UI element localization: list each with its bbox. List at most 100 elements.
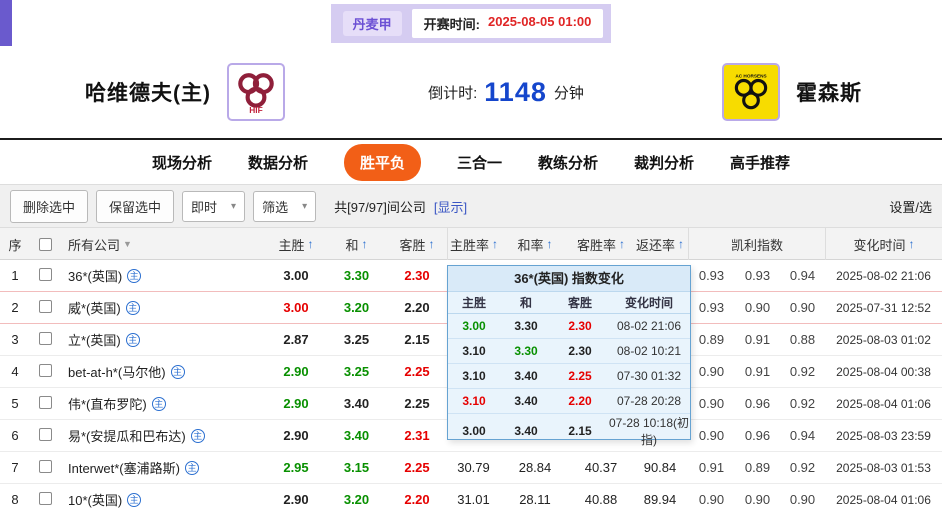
col-home-rate[interactable]: 主胜率 ↑ [447, 228, 500, 260]
popup-change-time: 07-28 20:28 [616, 394, 682, 408]
filter-select[interactable]: 筛选 ▾ [253, 190, 317, 222]
start-time-value: 2025-08-05 01:00 [488, 13, 592, 29]
kelly-draw: 0.96 [744, 396, 771, 411]
tab-expert-recommend[interactable]: 高手推荐 [730, 152, 790, 173]
popup-draw-odds: 3.30 [514, 344, 538, 358]
company-cell: 立*(英国) 主 [60, 330, 266, 349]
row-checkbox[interactable] [38, 363, 52, 377]
kelly-home: 0.90 [698, 396, 725, 411]
row-select-cell [30, 331, 60, 348]
select-all-checkbox[interactable] [38, 237, 52, 251]
kelly-away: 0.90 [789, 492, 816, 507]
col-away-odds[interactable]: 客胜 ↑ [387, 228, 447, 260]
away-odds: 2.20 [404, 300, 430, 315]
kelly-away: 0.88 [789, 332, 816, 347]
svg-text:AC HORSENS: AC HORSENS [735, 73, 766, 78]
kelly-home: 0.90 [698, 492, 725, 507]
chevron-down-icon: ▾ [231, 200, 237, 212]
col-draw-rate-label: 和率 [517, 237, 544, 253]
popup-draw-odds: 3.40 [514, 394, 538, 408]
company-name[interactable]: Interwet*(塞浦路斯) [68, 458, 180, 477]
kelly-home: 0.90 [698, 364, 725, 379]
company-cell: Interwet*(塞浦路斯) 主 [60, 458, 266, 477]
row-checkbox[interactable] [38, 395, 52, 409]
payout-rate: 89.94 [643, 492, 677, 507]
row-index: 1 [11, 268, 19, 283]
delete-selected-button[interactable]: 删除选中 [10, 189, 89, 223]
table-row[interactable]: 8 10*(英国) 主 2.90 3.20 2.20 31.01 28.11 40… [0, 484, 942, 511]
select-all-cell [30, 228, 60, 260]
popup-draw-odds: 3.30 [514, 319, 538, 333]
popup-title: 36*(英国) 指数变化 [448, 266, 690, 292]
row-checkbox[interactable] [38, 299, 52, 313]
col-home-odds[interactable]: 主胜 ↑ [266, 228, 326, 260]
row-select-cell [30, 459, 60, 476]
row-checkbox[interactable] [38, 427, 52, 441]
time-mode-select[interactable]: 即时 ▾ [182, 190, 246, 222]
row-index: 2 [11, 300, 19, 315]
company-name[interactable]: 伟*(直布罗陀) [68, 394, 147, 413]
table-row[interactable]: 7 Interwet*(塞浦路斯) 主 2.95 3.15 2.25 30.79 … [0, 452, 942, 484]
row-select-cell [30, 491, 60, 508]
company-cell: 威*(英国) 主 [60, 298, 266, 317]
countdown-value: 1148 [484, 76, 547, 107]
row-index: 5 [11, 396, 19, 411]
company-name[interactable]: 10*(英国) [68, 490, 122, 509]
company-name[interactable]: 威*(英国) [68, 298, 121, 317]
home-team-block: 哈维德夫(主) HIF [0, 63, 370, 121]
match-info-strip: 丹麦甲 开赛时间: 2025-08-05 01:00 [330, 3, 612, 43]
col-draw-rate[interactable]: 和率 ↑ [500, 228, 570, 260]
col-change-time[interactable]: 变化时间 ↑ [825, 228, 942, 260]
show-link[interactable]: [显示] [434, 197, 467, 216]
home-odds: 2.90 [283, 428, 309, 443]
col-company-label: 所有公司 [68, 237, 121, 253]
away-odds: 2.15 [404, 332, 430, 347]
col-company[interactable]: 所有公司 ▼ [60, 228, 266, 260]
tab-data-analysis[interactable]: 数据分析 [248, 152, 308, 173]
row-checkbox[interactable] [38, 267, 52, 281]
col-kelly-index: 凯利指数 [688, 228, 825, 260]
away-odds: 2.25 [404, 364, 430, 379]
tab-coach-analysis[interactable]: 教练分析 [538, 152, 598, 173]
col-payout-rate[interactable]: 返还率 ↑ [632, 228, 688, 260]
company-badge-icon: 主 [190, 428, 205, 443]
popup-home-odds: 3.10 [462, 369, 486, 383]
row-index: 3 [11, 332, 19, 347]
change-time: 2025-08-03 01:02 [836, 332, 931, 347]
company-name[interactable]: 易*(安提瓜和巴布达) [68, 426, 186, 445]
row-checkbox[interactable] [38, 331, 52, 345]
change-time: 2025-08-03 01:53 [836, 460, 931, 475]
tab-three-in-one[interactable]: 三合一 [457, 152, 502, 173]
countdown-label: 倒计时: [428, 84, 478, 102]
company-name[interactable]: bet-at-h*(马尔他) [68, 362, 166, 381]
away-rate: 40.37 [584, 460, 618, 475]
tab-referee-analysis[interactable]: 裁判分析 [634, 152, 694, 173]
settings-link[interactable]: 设置/选 [889, 197, 932, 216]
away-odds: 2.25 [404, 460, 430, 475]
odds-comparison-page: { "topbar": { "league": "丹麦甲", "start_la… [0, 0, 942, 511]
home-odds: 2.95 [283, 460, 309, 475]
company-name[interactable]: 36*(英国) [68, 266, 122, 285]
row-index: 6 [11, 428, 19, 443]
row-select-cell [30, 427, 60, 444]
row-checkbox[interactable] [38, 459, 52, 473]
draw-odds: 3.20 [343, 492, 370, 507]
keep-selected-button[interactable]: 保留选中 [96, 189, 175, 223]
tab-win-draw-lose[interactable]: 胜平负 [343, 143, 421, 181]
away-odds: 2.25 [404, 396, 430, 411]
col-payout-rate-label: 返还率 [635, 237, 675, 253]
kelly-home: 0.90 [698, 428, 725, 443]
popup-row: 3.10 3.30 2.30 08-02 10:21 [448, 339, 690, 364]
col-draw-odds[interactable]: 和 ↑ [326, 228, 387, 260]
col-away-rate[interactable]: 客胜率 ↑ [570, 228, 632, 260]
home-odds: 2.90 [283, 396, 309, 411]
home-odds: 2.90 [283, 364, 309, 379]
company-count: 共[97/97]间公司 [334, 199, 426, 215]
company-name[interactable]: 立*(英国) [68, 330, 121, 349]
tab-live-analysis[interactable]: 现场分析 [152, 152, 212, 173]
company-cell: 36*(英国) 主 [60, 266, 266, 285]
col-home-odds-label: 主胜 [278, 237, 305, 253]
top-bar: 丹麦甲 开赛时间: 2025-08-05 01:00 [0, 0, 942, 46]
row-checkbox[interactable] [38, 491, 52, 505]
popup-away-odds: 2.25 [568, 369, 592, 383]
